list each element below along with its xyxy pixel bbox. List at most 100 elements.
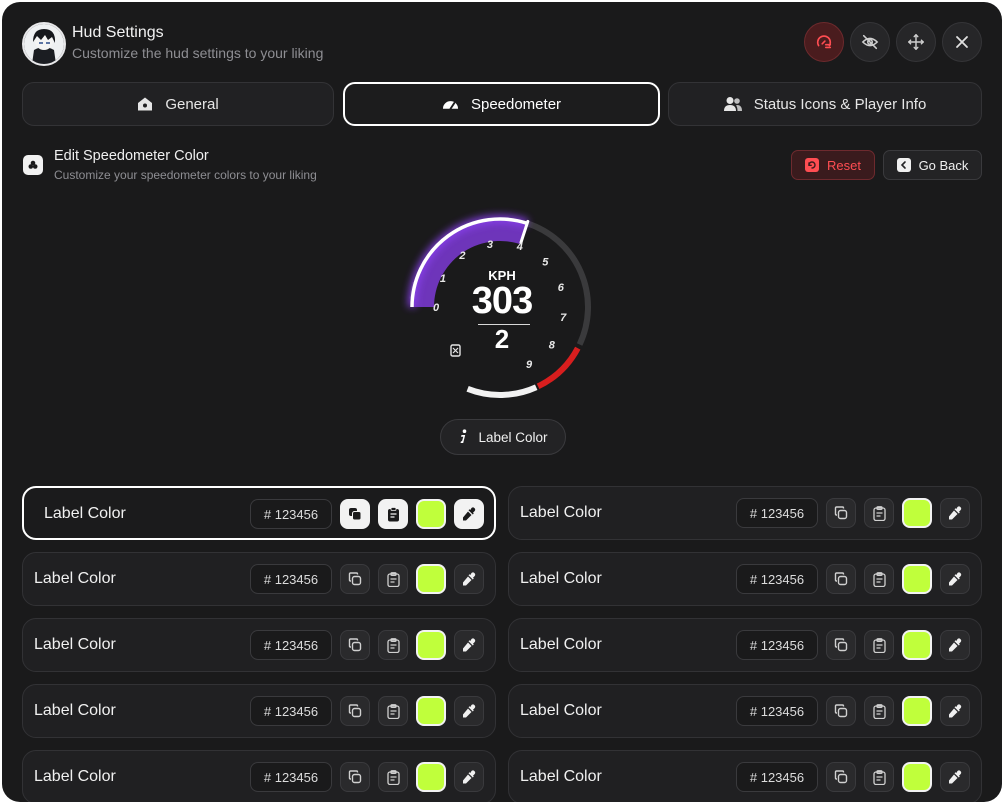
clipboard-icon: [386, 637, 400, 653]
copy-color-button[interactable]: [340, 499, 370, 529]
color-row[interactable]: Label Color # 123456: [508, 684, 982, 738]
tab-general[interactable]: General: [22, 82, 334, 126]
color-row[interactable]: Label Color # 123456: [508, 486, 982, 540]
copy-icon: [348, 704, 362, 718]
eyedropper-icon: [948, 506, 962, 520]
copy-color-button[interactable]: [826, 498, 856, 528]
clipboard-icon: [872, 571, 886, 587]
gauge-tick-label: 8: [549, 340, 556, 352]
tab-general-label: General: [165, 95, 219, 113]
eyedropper-icon: [462, 572, 476, 586]
paste-color-button[interactable]: [864, 696, 894, 726]
go-back-button[interactable]: Go Back: [883, 150, 982, 180]
paste-color-button[interactable]: [864, 564, 894, 594]
reset-button[interactable]: Reset: [791, 150, 875, 180]
eyedropper-icon: [948, 572, 962, 586]
color-row-label: Label Color: [34, 768, 116, 785]
eyedropper-button[interactable]: [454, 762, 484, 792]
hex-value-field[interactable]: # 123456: [736, 498, 818, 528]
color-swatch[interactable]: [416, 564, 446, 594]
hex-value-field[interactable]: # 123456: [250, 630, 332, 660]
color-swatch[interactable]: [416, 630, 446, 660]
paste-color-button[interactable]: [378, 696, 408, 726]
app-subtitle: Customize the hud settings to your likin…: [72, 45, 324, 61]
hex-value-field[interactable]: # 123456: [736, 696, 818, 726]
copy-color-button[interactable]: [340, 762, 370, 792]
eyedropper-button[interactable]: [454, 564, 484, 594]
color-swatch[interactable]: [416, 499, 446, 529]
close-button[interactable]: [942, 22, 982, 62]
eyedropper-icon: [948, 704, 962, 718]
reset-position-button[interactable]: [804, 22, 844, 62]
color-row[interactable]: Label Color # 123456: [508, 750, 982, 802]
color-swatch[interactable]: [902, 762, 932, 792]
paste-color-button[interactable]: [864, 498, 894, 528]
color-row[interactable]: Label Color # 123456: [22, 750, 496, 802]
color-row[interactable]: Label Color # 123456: [22, 552, 496, 606]
paste-color-button[interactable]: [378, 564, 408, 594]
copy-color-button[interactable]: [340, 564, 370, 594]
gauge-base-arc: [466, 384, 538, 398]
eyedropper-button[interactable]: [940, 696, 970, 726]
color-row[interactable]: Label Color # 123456: [22, 486, 496, 540]
speed-value: 303: [471, 280, 533, 322]
copy-color-button[interactable]: [826, 696, 856, 726]
color-swatch[interactable]: [902, 696, 932, 726]
info-icon: [460, 429, 467, 443]
eyedropper-button[interactable]: [940, 564, 970, 594]
app-title: Hud Settings: [72, 24, 164, 41]
selected-label-color-pill[interactable]: Label Color: [440, 419, 566, 455]
clipboard-icon: [386, 571, 400, 587]
color-swatch[interactable]: [902, 564, 932, 594]
copy-color-button[interactable]: [340, 630, 370, 660]
color-row[interactable]: Label Color # 123456: [22, 684, 496, 738]
eyedropper-button[interactable]: [454, 696, 484, 726]
reset-icon: [805, 158, 820, 172]
hex-value-field[interactable]: # 123456: [736, 564, 818, 594]
hex-value-field[interactable]: # 123456: [736, 630, 818, 660]
copy-icon: [834, 770, 848, 784]
color-row[interactable]: Label Color # 123456: [22, 618, 496, 672]
avatar: [22, 22, 66, 66]
copy-icon: [834, 638, 848, 652]
users-icon: [723, 97, 742, 111]
eyedropper-button[interactable]: [454, 499, 484, 529]
copy-icon: [834, 572, 848, 586]
tab-status-icons[interactable]: Status Icons & Player Info: [668, 82, 982, 126]
copy-color-button[interactable]: [826, 564, 856, 594]
move-hud-button[interactable]: [896, 22, 936, 62]
eyedropper-button[interactable]: [454, 630, 484, 660]
hud-settings-window: Hud Settings Customize the hud settings …: [2, 2, 1002, 802]
hide-hud-button[interactable]: [850, 22, 890, 62]
paste-color-button[interactable]: [864, 762, 894, 792]
fuel-icon: [450, 344, 461, 357]
color-row[interactable]: Label Color # 123456: [508, 552, 982, 606]
copy-color-button[interactable]: [826, 630, 856, 660]
label-pill-text: Label Color: [478, 429, 548, 445]
color-swatch[interactable]: [416, 696, 446, 726]
paste-color-button[interactable]: [378, 630, 408, 660]
eyedropper-icon: [462, 638, 476, 652]
paste-color-button[interactable]: [378, 762, 408, 792]
color-swatch[interactable]: [416, 762, 446, 792]
eye-off-icon: [861, 34, 879, 50]
hex-value-field[interactable]: # 123456: [250, 564, 332, 594]
eyedropper-button[interactable]: [940, 762, 970, 792]
copy-color-button[interactable]: [826, 762, 856, 792]
color-swatch[interactable]: [902, 498, 932, 528]
hex-value-field[interactable]: # 123456: [736, 762, 818, 792]
paste-color-button[interactable]: [378, 499, 408, 529]
copy-color-button[interactable]: [340, 696, 370, 726]
reset-label: Reset: [827, 157, 861, 173]
hex-value-field[interactable]: # 123456: [250, 499, 332, 529]
color-row-label: Label Color: [520, 702, 602, 719]
tab-speedometer[interactable]: Speedometer: [343, 82, 660, 126]
hex-value-field[interactable]: # 123456: [250, 762, 332, 792]
hex-value-field[interactable]: # 123456: [250, 696, 332, 726]
gauge-tick-label: 2: [458, 250, 465, 262]
color-row[interactable]: Label Color # 123456: [508, 618, 982, 672]
paste-color-button[interactable]: [864, 630, 894, 660]
color-swatch[interactable]: [902, 630, 932, 660]
eyedropper-button[interactable]: [940, 498, 970, 528]
eyedropper-button[interactable]: [940, 630, 970, 660]
